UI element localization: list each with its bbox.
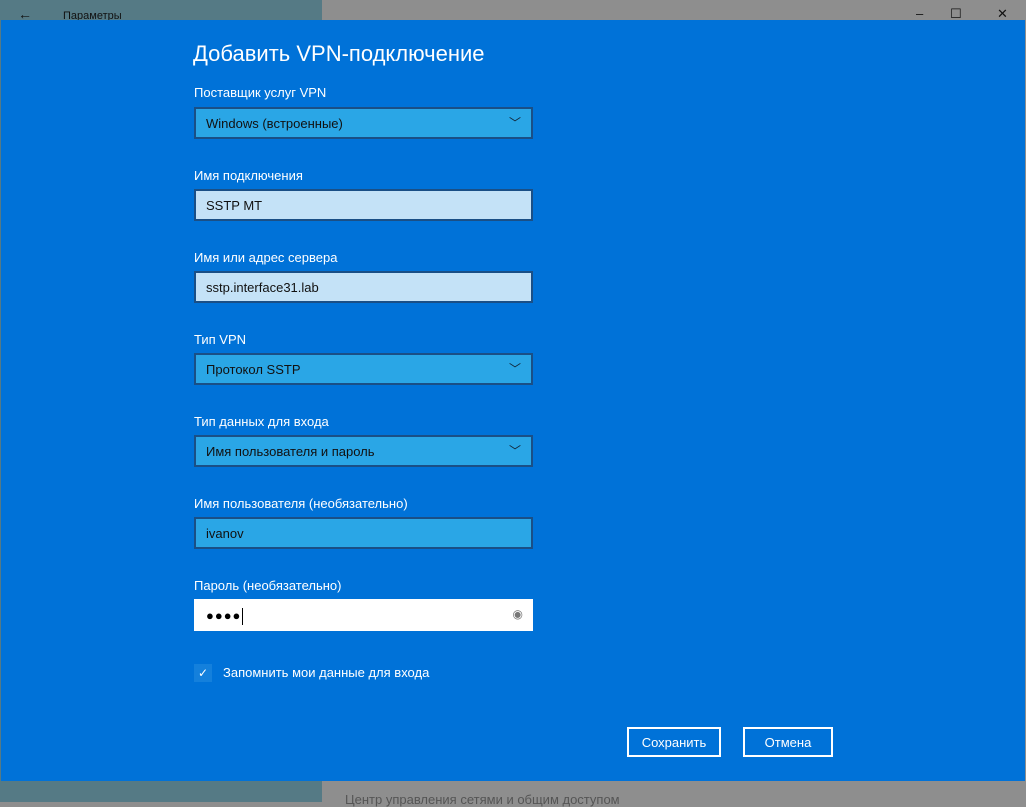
chevron-down-icon: ﹀ xyxy=(508,116,521,130)
minimize-icon[interactable]: – xyxy=(916,6,923,21)
connection-name-value: SSTP MT xyxy=(206,198,263,213)
signin-type-value: Имя пользователя и пароль xyxy=(206,444,375,459)
save-button[interactable]: Сохранить xyxy=(627,727,721,757)
password-dots: ●●●● xyxy=(206,608,242,623)
username-label: Имя пользователя (необязательно) xyxy=(194,496,408,511)
checkmark-icon: ✓ xyxy=(197,666,209,680)
server-input[interactable]: sstp.interface31.lab xyxy=(194,271,533,303)
chevron-down-icon: ﹀ xyxy=(508,444,521,458)
server-label: Имя или адрес сервера xyxy=(194,250,338,265)
add-vpn-dialog: Добавить VPN-подключение Поставщик услуг… xyxy=(1,20,1025,781)
connection-name-label: Имя подключения xyxy=(194,168,303,183)
reveal-password-eye-icon[interactable]: ◉ xyxy=(513,607,523,621)
cancel-button[interactable]: Отмена xyxy=(743,727,833,757)
chevron-down-icon: ﹀ xyxy=(508,362,521,376)
server-value: sstp.interface31.lab xyxy=(206,280,319,295)
provider-value: Windows (встроенные) xyxy=(206,116,343,131)
signin-type-dropdown[interactable]: Имя пользователя и пароль ﹀ xyxy=(194,435,533,467)
password-input[interactable]: ●●●● ◉ xyxy=(194,599,533,631)
remember-label[interactable]: Запомнить мои данные для входа xyxy=(223,665,429,680)
provider-dropdown[interactable]: Windows (встроенные) ﹀ xyxy=(194,107,533,139)
signin-type-label: Тип данных для входа xyxy=(194,414,329,429)
username-input[interactable]: ivanov xyxy=(194,517,533,549)
vpn-type-dropdown[interactable]: Протокол SSTP ﹀ xyxy=(194,353,533,385)
text-caret xyxy=(242,608,244,626)
dialog-title: Добавить VPN-подключение xyxy=(193,41,485,66)
network-center-link[interactable]: Центр управления сетями и общим доступом xyxy=(345,792,620,807)
provider-label: Поставщик услуг VPN xyxy=(194,85,327,100)
connection-name-input[interactable]: SSTP MT xyxy=(194,189,533,221)
username-value: ivanov xyxy=(206,526,244,541)
vpn-type-label: Тип VPN xyxy=(194,332,247,347)
vpn-type-value: Протокол SSTP xyxy=(206,362,301,377)
remember-checkbox[interactable]: ✓ xyxy=(194,664,212,682)
password-label: Пароль (необязательно) xyxy=(194,578,342,593)
